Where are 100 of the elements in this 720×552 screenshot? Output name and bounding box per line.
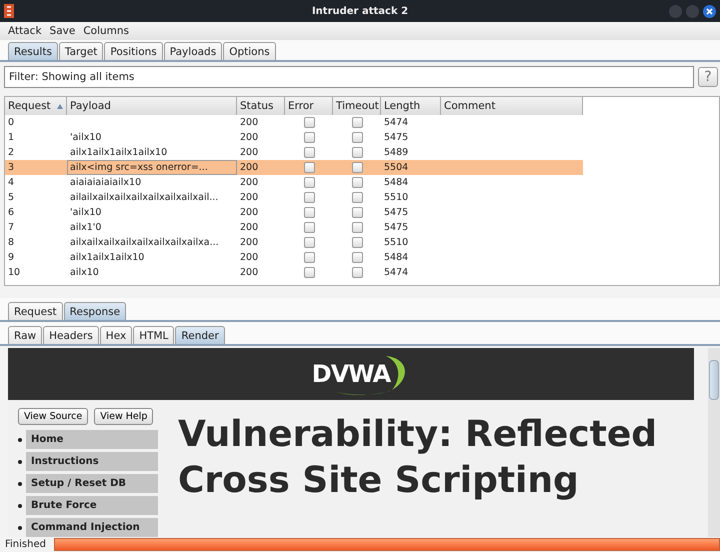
tab[interactable]: Hex — [100, 326, 132, 344]
checkbox[interactable] — [352, 252, 362, 263]
table-cell-text: 200 — [239, 131, 260, 145]
close-icon — [706, 8, 713, 14]
tab[interactable]: Request — [8, 302, 63, 320]
checkbox[interactable] — [352, 147, 362, 158]
page-heading: Vulnerability: Reflected — [178, 413, 658, 457]
table-cell-text: 5475 — [383, 221, 410, 235]
nav-link[interactable]: Brute Force — [26, 496, 158, 515]
table-cell-text: 3 — [7, 161, 16, 175]
table-cell-text: 4 — [7, 176, 16, 190]
table-cell-text: 200 — [239, 236, 260, 250]
page-heading: Cross Site Scripting — [178, 459, 580, 503]
bullet-icon — [18, 482, 22, 486]
table-cell-text: 2 — [7, 146, 16, 160]
table-cell-text: 200 — [239, 206, 260, 220]
table-cell-text: 5484 — [383, 251, 410, 265]
table-cell-text: 200 — [239, 176, 260, 190]
checkbox[interactable] — [352, 222, 362, 233]
checkbox[interactable] — [304, 162, 314, 173]
bullet-icon — [18, 460, 22, 464]
bullet-icon — [18, 526, 22, 530]
table-cell-text: 200 — [239, 116, 260, 130]
checkbox[interactable] — [352, 162, 362, 173]
table-cell-text: 5484 — [383, 176, 410, 190]
checkbox[interactable] — [304, 177, 314, 188]
table-cell: ailx<img src=xss onerror=... — [67, 160, 237, 175]
table-cell-text: 5489 — [383, 146, 410, 160]
table-cell-text: 200 — [239, 191, 260, 205]
table-cell-text: 5474 — [383, 266, 410, 280]
checkbox[interactable] — [352, 177, 362, 188]
page-button[interactable]: View Help — [94, 408, 154, 425]
close-button[interactable] — [703, 4, 716, 18]
table-cell-text: 5 — [7, 191, 16, 205]
tab[interactable]: Target — [58, 42, 104, 60]
help-button[interactable]: ? — [698, 67, 718, 87]
checkbox[interactable] — [304, 207, 314, 218]
table-cell-text: ailx1'0 — [69, 221, 102, 235]
table-cell-text: ailx1ailx1ailx10 — [69, 251, 146, 265]
checkbox[interactable] — [304, 252, 314, 263]
checkbox[interactable] — [352, 117, 362, 128]
checkbox[interactable] — [304, 117, 314, 128]
status-text: Finished — [5, 539, 46, 550]
nav-link[interactable]: Instructions — [26, 452, 158, 471]
tab[interactable]: Positions — [104, 42, 163, 60]
minimize-button[interactable] — [669, 4, 682, 18]
table-cell-text: ailxailxailxailxailxailxailxailxa... — [69, 236, 220, 250]
nav-link[interactable]: Setup / Reset DB — [26, 474, 158, 493]
tab[interactable]: Results — [8, 42, 58, 60]
table-cell-text: 'ailx10 — [69, 131, 102, 145]
nav-link[interactable]: Home — [26, 430, 158, 449]
table-cell-text: ailx1ailx1ailx1ailx10 — [69, 146, 168, 160]
menu-item[interactable]: Columns — [83, 25, 129, 37]
table-cell-text: 0 — [7, 116, 16, 130]
tab[interactable]: Render — [175, 326, 225, 344]
result-row[interactable]: 3 ailx<img src=xss onerror=... 200 5504 — [5, 160, 583, 175]
checkbox[interactable] — [304, 147, 314, 158]
checkbox[interactable] — [352, 207, 362, 218]
tab[interactable]: Raw — [8, 326, 42, 344]
checkbox[interactable] — [352, 237, 362, 248]
checkbox[interactable] — [304, 132, 314, 143]
page-button[interactable]: View Source — [18, 408, 88, 425]
window-title: Intruder attack 2 — [312, 6, 408, 16]
checkbox[interactable] — [352, 192, 362, 203]
app-icon — [4, 4, 14, 18]
table-cell-text: 7 — [7, 221, 16, 235]
table-cell-text: 9 — [7, 251, 16, 265]
site-logo: DVWA — [312, 352, 390, 396]
filter-bar[interactable]: Filter: Showing all items — [4, 66, 694, 88]
checkbox[interactable] — [352, 267, 362, 278]
table-cell-text: 5510 — [383, 236, 410, 250]
table-cell-text: 200 — [239, 161, 260, 175]
menu-item[interactable]: Attack — [8, 25, 42, 37]
table-cell-text: 5504 — [383, 161, 410, 175]
bullet-icon — [18, 504, 22, 508]
checkbox[interactable] — [352, 132, 362, 143]
table-cell-text: 6 — [7, 206, 16, 220]
bullet-icon — [18, 438, 22, 442]
nav-link[interactable]: Command Injection — [26, 518, 158, 537]
maximize-button[interactable] — [686, 4, 699, 18]
tab[interactable]: Options — [223, 42, 276, 60]
tab[interactable]: HTML — [133, 326, 174, 344]
tab[interactable]: Response — [64, 302, 126, 320]
table-cell-text: aiaiaiaiaiailx10 — [69, 176, 142, 190]
table-cell-text: 200 — [239, 146, 260, 160]
table-cell-text: 8 — [7, 236, 16, 250]
checkbox[interactable] — [304, 267, 314, 278]
table-cell-text: 'ailx10 — [69, 206, 102, 220]
checkbox[interactable] — [304, 237, 314, 248]
table-cell-text: 200 — [239, 251, 260, 265]
table-cell-text: 200 — [239, 266, 260, 280]
table-cell-text: 1 — [7, 131, 16, 145]
table-cell-text: ailx10 — [69, 266, 100, 280]
tab[interactable]: Payloads — [164, 42, 222, 60]
table-cell-text: 5475 — [383, 131, 410, 145]
checkbox[interactable] — [304, 222, 314, 233]
scrollbar[interactable] — [708, 348, 720, 537]
menu-item[interactable]: Save — [50, 25, 76, 37]
checkbox[interactable] — [304, 192, 314, 203]
tab[interactable]: Headers — [43, 326, 99, 344]
